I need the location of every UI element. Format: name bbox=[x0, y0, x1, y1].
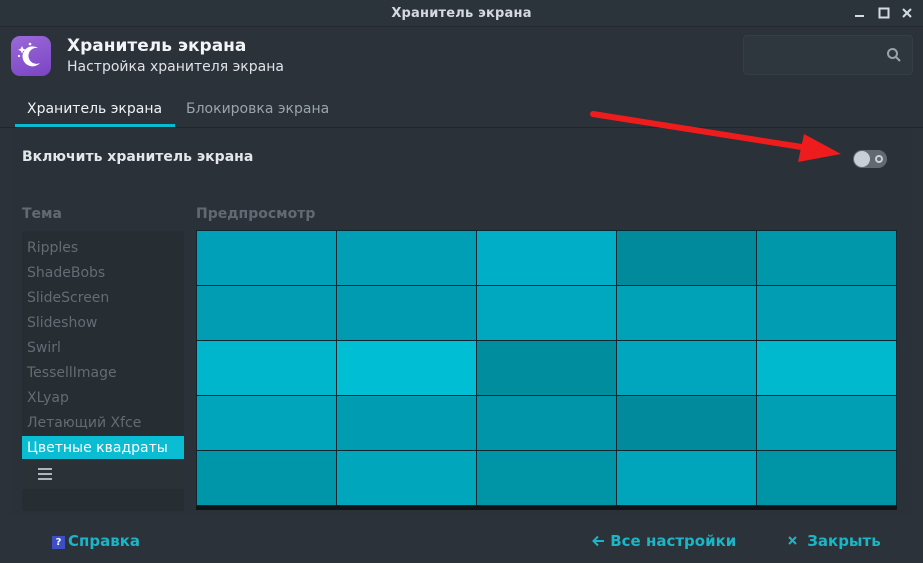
toggle-off-indicator bbox=[875, 155, 883, 163]
preview-square bbox=[336, 395, 477, 451]
theme-list-footer bbox=[22, 459, 184, 489]
theme-list: Ripples ShadeBobs SlideScreen Slideshow … bbox=[22, 231, 184, 511]
preview-square bbox=[616, 285, 757, 341]
preview-square bbox=[756, 395, 897, 451]
preview-heading: Предпросмотр bbox=[196, 206, 316, 222]
theme-item-ripples[interactable]: Ripples bbox=[22, 236, 184, 261]
toggle-knob bbox=[854, 151, 870, 167]
preview-square bbox=[336, 285, 477, 341]
help-button[interactable]: ? Справка bbox=[52, 532, 140, 550]
enable-screensaver-toggle[interactable] bbox=[853, 150, 887, 168]
tab-lock-screen[interactable]: Блокировка экрана bbox=[186, 101, 329, 117]
theme-item-tessellimage[interactable]: TessellImage bbox=[22, 361, 184, 386]
preview-square bbox=[616, 340, 757, 396]
maximize-icon[interactable] bbox=[876, 5, 892, 21]
search-icon[interactable] bbox=[886, 47, 902, 67]
preview-square bbox=[616, 395, 757, 451]
close-label: Закрыть bbox=[807, 532, 881, 550]
theme-item-shadebobs[interactable]: ShadeBobs bbox=[22, 261, 184, 286]
screensaver-preview bbox=[196, 230, 897, 510]
preview-square bbox=[616, 450, 757, 506]
tab-screensaver[interactable]: Хранитель экрана bbox=[27, 101, 162, 117]
preview-square bbox=[196, 230, 337, 286]
preview-square bbox=[476, 450, 617, 506]
help-icon: ? bbox=[52, 536, 65, 549]
preview-square bbox=[476, 230, 617, 286]
theme-item-slideshow[interactable]: Slideshow bbox=[22, 311, 184, 336]
preview-square bbox=[476, 285, 617, 341]
theme-item-colored-squares[interactable]: Цветные квадраты bbox=[22, 436, 184, 461]
window-titlebar: Хранитель экрана bbox=[0, 0, 923, 27]
page-title: Хранитель экрана bbox=[67, 36, 247, 56]
help-label: Справка bbox=[68, 532, 141, 550]
preview-square bbox=[476, 395, 617, 451]
app-header: Хранитель экрана Настройка хранителя экр… bbox=[0, 27, 923, 90]
preview-square bbox=[756, 340, 897, 396]
preview-square bbox=[336, 340, 477, 396]
close-icon bbox=[787, 532, 807, 550]
theme-heading: Тема bbox=[22, 206, 62, 222]
preview-square bbox=[616, 230, 757, 286]
preview-square bbox=[756, 450, 897, 506]
page-subtitle: Настройка хранителя экрана bbox=[67, 59, 284, 75]
preview-square bbox=[196, 340, 337, 396]
preview-square bbox=[336, 450, 477, 506]
theme-item-flying-xfce[interactable]: Летающий Xfce bbox=[22, 411, 184, 436]
preview-square bbox=[196, 395, 337, 451]
close-button[interactable]: Закрыть bbox=[787, 532, 881, 550]
preview-square bbox=[196, 450, 337, 506]
preview-square bbox=[756, 230, 897, 286]
tab-bar: Хранитель экрана Блокировка экрана bbox=[0, 90, 923, 128]
moon-stars-icon bbox=[11, 36, 51, 76]
theme-item-xlyap[interactable]: XLyap bbox=[22, 386, 184, 411]
minimize-icon[interactable] bbox=[852, 5, 868, 21]
preview-square bbox=[756, 285, 897, 341]
theme-item-slidescreen[interactable]: SlideScreen bbox=[22, 286, 184, 311]
preview-square bbox=[196, 285, 337, 341]
all-settings-label: Все настройки bbox=[610, 532, 737, 550]
all-settings-button[interactable]: Все настройки bbox=[592, 532, 736, 550]
window-title: Хранитель экрана bbox=[391, 6, 532, 21]
theme-item-swirl[interactable]: Swirl bbox=[22, 336, 184, 361]
menu-icon[interactable] bbox=[37, 466, 53, 486]
close-icon[interactable] bbox=[899, 5, 915, 21]
active-tab-indicator bbox=[15, 124, 175, 127]
enable-screensaver-label: Включить хранитель экрана bbox=[22, 149, 254, 165]
preview-square bbox=[336, 230, 477, 286]
search-input[interactable] bbox=[743, 35, 913, 75]
preview-square bbox=[476, 340, 617, 396]
arrow-left-icon bbox=[592, 532, 610, 550]
